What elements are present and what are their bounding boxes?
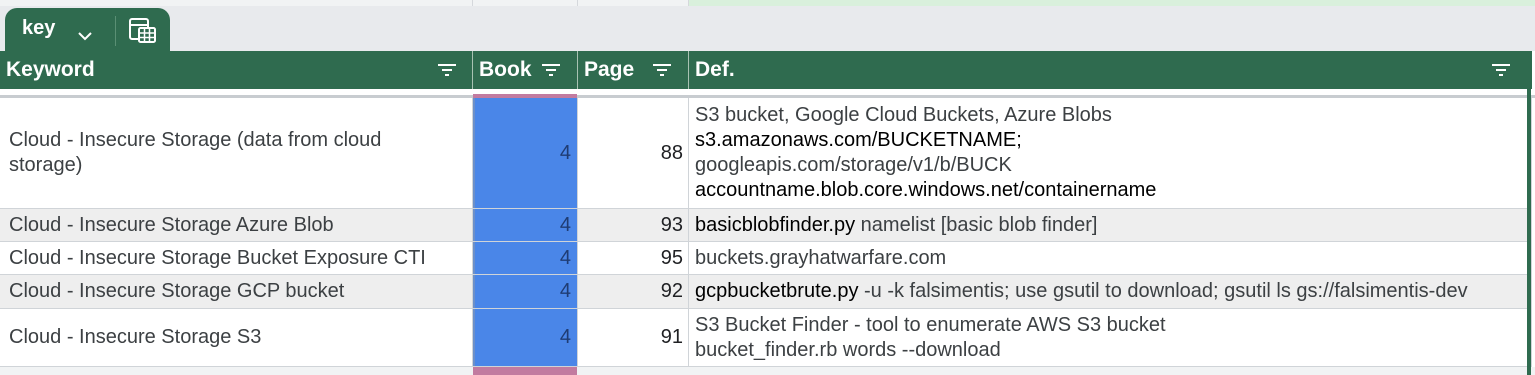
def-line: gcpbucketbrute.py -u -k falsimentis; use… (695, 279, 1531, 304)
book-cell[interactable]: 4 (473, 309, 578, 366)
calculator-table-icon[interactable] (129, 17, 157, 48)
book-cell[interactable]: 4 (473, 275, 578, 308)
book-value: 4 (559, 326, 571, 348)
keyword-text: Cloud - Insecure Storage (data from clou… (9, 129, 382, 176)
filter-icon[interactable] (1491, 63, 1511, 82)
def-line: googleapis.com/storage/v1/b/BUCK (695, 154, 1012, 176)
def-part: basicblobfinder.py (695, 213, 856, 236)
book-cell[interactable]: 4 (473, 209, 578, 241)
column-header-label: Def. (695, 58, 735, 81)
def-cell[interactable]: buckets.grayhatwarfare.com (689, 242, 1532, 274)
table-name[interactable]: key (22, 16, 55, 40)
book-value: 4 (559, 246, 571, 269)
def-part: gcpbucketbrute.py (695, 280, 859, 302)
table-right-border (1527, 51, 1531, 375)
tab-divider (115, 16, 116, 46)
filter-icon[interactable] (541, 63, 561, 82)
keyword-cell[interactable]: Cloud - Insecure Storage (data from clou… (0, 98, 473, 208)
keyword-cell[interactable]: Cloud - Insecure Storage S3 (0, 309, 473, 366)
table-row[interactable]: Cloud - Insecure Storage (data from clou… (0, 98, 1532, 209)
chevron-down-icon[interactable] (77, 28, 93, 46)
column-header-book[interactable]: Book (473, 51, 578, 89)
def-cell[interactable]: S3 Bucket Finder - tool to enumerate AWS… (689, 309, 1532, 366)
next-row-peek (0, 367, 1535, 375)
filter-icon[interactable] (437, 63, 457, 82)
filter-icon[interactable] (652, 63, 672, 82)
table-row[interactable]: Cloud - Insecure Storage Azure Blob 4 93… (0, 209, 1532, 242)
page-value: 92 (660, 280, 683, 302)
def-line: s3.amazonaws.com/BUCKETNAME; (695, 129, 1022, 151)
def-cell[interactable]: basicblobfinder.py namelist [basic blob … (689, 209, 1532, 241)
def-line: S3 bucket, Google Cloud Buckets, Azure B… (695, 104, 1112, 126)
def-line: bucket_finder.rb words --download (695, 338, 1001, 361)
column-header-def[interactable]: Def. (689, 51, 1532, 89)
def-line: basicblobfinder.py namelist [basic blob … (695, 213, 1531, 238)
table-header-row: Keyword Book Page Def. (0, 51, 1532, 89)
column-header-label: Page (584, 58, 635, 81)
def-line: buckets.grayhatwarfare.com (695, 246, 1531, 271)
table-row[interactable]: Cloud - Insecure Storage Bucket Exposure… (0, 242, 1532, 275)
page-cell[interactable]: 88 (578, 98, 689, 208)
def-part: -u -k falsimentis; use gsutil to downloa… (858, 280, 1468, 302)
table-row[interactable]: Cloud - Insecure Storage S3 4 91 S3 Buck… (0, 309, 1532, 367)
page-value: 93 (660, 213, 683, 236)
def-line: accountname.blob.core.windows.net/contai… (695, 179, 1157, 201)
book-value: 4 (559, 141, 571, 164)
table-row[interactable]: Cloud - Insecure Storage GCP bucket 4 92… (0, 275, 1532, 309)
def-part: buckets.grayhatwarfare.com (695, 246, 947, 269)
keyword-cell[interactable]: Cloud - Insecure Storage Azure Blob (0, 209, 473, 241)
page-cell[interactable]: 91 (578, 309, 689, 366)
book-value: 4 (559, 280, 571, 302)
table-toolbar-bar (0, 6, 1535, 51)
page-cell[interactable]: 93 (578, 209, 689, 241)
book-value: 4 (559, 213, 571, 236)
page-cell[interactable]: 92 (578, 275, 689, 308)
column-header-label: Book (479, 58, 532, 81)
page-cell[interactable]: 95 (578, 242, 689, 274)
page-value: 95 (660, 246, 683, 269)
table-body: Cloud - Insecure Storage (data from clou… (0, 98, 1532, 367)
def-cell[interactable]: S3 bucket, Google Cloud Buckets, Azure B… (689, 98, 1532, 208)
book-cell-edge (473, 367, 577, 375)
keyword-cell[interactable]: Cloud - Insecure Storage GCP bucket (0, 275, 473, 308)
keyword-text: Cloud - Insecure Storage Bucket Exposure… (9, 246, 426, 269)
column-header-page[interactable]: Page (578, 51, 689, 89)
keyword-text: Cloud - Insecure Storage GCP bucket (9, 280, 345, 302)
book-cell[interactable]: 4 (473, 98, 578, 208)
book-cell[interactable]: 4 (473, 242, 578, 274)
keyword-cell[interactable]: Cloud - Insecure Storage Bucket Exposure… (0, 242, 473, 274)
def-line: S3 Bucket Finder - tool to enumerate AWS… (695, 313, 1166, 336)
keyword-text: Cloud - Insecure Storage Azure Blob (9, 213, 334, 236)
keyword-text: Cloud - Insecure Storage S3 (9, 326, 262, 348)
def-part: namelist [basic blob finder] (855, 213, 1098, 236)
column-header-keyword[interactable]: Keyword (0, 51, 473, 89)
frozen-row-divider (0, 89, 1535, 98)
page-value: 88 (660, 141, 683, 164)
table-name-tab[interactable]: key (5, 8, 170, 51)
def-cell[interactable]: gcpbucketbrute.py -u -k falsimentis; use… (689, 275, 1532, 308)
column-header-label: Keyword (6, 58, 95, 81)
page-value: 91 (660, 326, 683, 348)
